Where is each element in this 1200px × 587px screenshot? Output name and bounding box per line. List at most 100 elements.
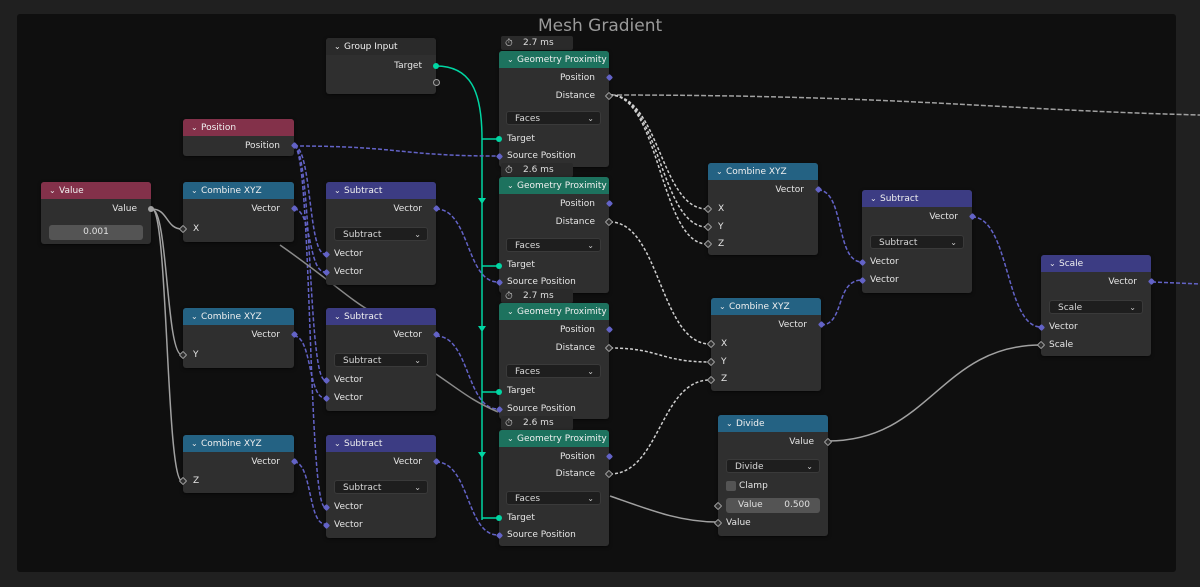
node-header[interactable]: ⌄ Position	[183, 119, 294, 136]
chevron-down-icon[interactable]: ⌄	[191, 119, 201, 136]
node-header[interactable]: ⌄ Group Input	[326, 38, 436, 55]
link-sub3-geo4	[435, 461, 499, 536]
chevron-down-icon[interactable]: ⌄	[716, 163, 726, 180]
link-position	[293, 145, 499, 157]
clamp-label: Clamp	[739, 481, 768, 491]
geometry-proximity-node[interactable]: ⌄ Geometry Proximity Position Distance Fa…	[495, 177, 614, 293]
node-title: Combine XYZ	[726, 167, 787, 177]
chevron-down-icon[interactable]: ⌄	[1049, 255, 1059, 272]
combine-xyz-node[interactable]: ⌄ Combine XYZ Vector X	[178, 182, 299, 242]
chevron-down-icon[interactable]: ⌄	[870, 190, 880, 207]
subtract-node[interactable]: ⌄ Subtract Vector Subtract ⌄ Vector Vector	[322, 435, 441, 538]
chevron-down-icon[interactable]: ⌄	[507, 303, 517, 320]
input-label: X	[718, 204, 725, 214]
geometry-input-socket[interactable]	[496, 263, 502, 269]
node-header[interactable]: ⌄ Divide	[718, 415, 828, 432]
chevron-down-icon[interactable]: ⌄	[507, 430, 517, 447]
target-element-dropdown[interactable]: Faces ⌄	[506, 364, 601, 378]
combine-xyz-node[interactable]: ⌄ Combine XYZ Vector X Y Z	[706, 298, 826, 391]
group-input-node[interactable]: ⌄ Group Input Target	[326, 38, 440, 94]
link-ca-sub4	[817, 189, 863, 263]
chevron-down-icon[interactable]: ⌄	[334, 435, 344, 452]
combine-xyz-node[interactable]: ⌄ Combine XYZ Vector Z	[178, 435, 299, 493]
node-header[interactable]: ⌄ Scale	[1041, 255, 1151, 272]
float-output-socket[interactable]	[148, 206, 154, 212]
node-header[interactable]: ⌄ Combine XYZ	[183, 435, 294, 452]
output-label: Distance	[555, 469, 595, 479]
geometry-proximity-node[interactable]: ⌄ Geometry Proximity Position Distance Fa…	[495, 430, 614, 546]
combine-xyz-node[interactable]: ⌄ Combine XYZ Vector Y	[178, 308, 299, 368]
node-header[interactable]: ⌄ Combine XYZ	[183, 182, 294, 199]
divide-node[interactable]: ⌄ Divide Value Divide ⌄ Clamp Value 0.500 …	[713, 415, 833, 536]
chevron-down-icon[interactable]: ⌄	[191, 435, 201, 452]
node-header[interactable]: ⌄ Combine XYZ	[183, 308, 294, 325]
geometry-proximity-node[interactable]: ⌄ Geometry Proximity Position Distance Fa…	[495, 303, 614, 419]
operation-dropdown[interactable]: Divide ⌄	[726, 459, 820, 473]
clamp-checkbox[interactable]	[726, 481, 736, 491]
target-element-dropdown[interactable]: Faces ⌄	[506, 111, 601, 125]
chevron-down-icon[interactable]: ⌄	[334, 182, 344, 199]
subtract-node[interactable]: ⌄ Subtract Vector Subtract ⌄ Vector Vector	[322, 308, 441, 411]
link-cb-sub4	[820, 279, 863, 326]
operation-dropdown[interactable]: Scale ⌄	[1049, 300, 1143, 314]
output-label: Vector	[393, 204, 422, 214]
value-field[interactable]: 0.001	[49, 225, 143, 240]
chevron-down-icon[interactable]: ⌄	[191, 308, 201, 325]
chevron-down-icon: ⌄	[806, 462, 813, 471]
operation-dropdown[interactable]: Subtract ⌄	[334, 227, 428, 241]
chevron-down-icon: ⌄	[414, 230, 421, 239]
input-label: Source Position	[507, 277, 576, 287]
link-geo1-dist	[609, 94, 1200, 116]
input-label: Z	[721, 374, 728, 384]
chevron-down-icon[interactable]: ⌄	[334, 308, 344, 325]
position-node[interactable]: ⌄ Position Position	[183, 119, 299, 156]
output-label: Distance	[555, 217, 595, 227]
node-header[interactable]: ⌄ Geometry Proximity	[499, 303, 609, 320]
input-label: Vector	[334, 520, 363, 530]
node-header[interactable]: ⌄ Subtract	[326, 435, 436, 452]
node-header[interactable]: ⌄ Subtract	[862, 190, 972, 207]
node-header[interactable]: ⌄ Subtract	[326, 182, 436, 199]
output-label: Vector	[251, 330, 280, 340]
node-header[interactable]: ⌄ Combine XYZ	[711, 298, 821, 315]
node-header[interactable]: ⌄ Value	[41, 182, 151, 199]
chevron-down-icon[interactable]: ⌄	[507, 51, 517, 68]
target-element-dropdown[interactable]: Faces ⌄	[506, 238, 601, 252]
value-field[interactable]: Value 0.500	[726, 498, 820, 513]
chevron-down-icon[interactable]: ⌄	[719, 298, 729, 315]
chevron-down-icon: ⌄	[414, 356, 421, 365]
chevron-down-icon: ⌄	[414, 483, 421, 492]
geometry-input-socket[interactable]	[496, 515, 502, 521]
node-header[interactable]: ⌄ Geometry Proximity	[499, 177, 609, 194]
combine-xyz-node[interactable]: ⌄ Combine XYZ Vector X Y Z	[703, 163, 823, 255]
target-element-dropdown[interactable]: Faces ⌄	[506, 491, 601, 505]
chevron-down-icon[interactable]: ⌄	[191, 182, 201, 199]
operation-dropdown[interactable]: Subtract ⌄	[870, 235, 964, 249]
chevron-down-icon: ⌄	[1129, 303, 1136, 312]
value-field-label: Value	[738, 500, 763, 510]
chevron-down-icon[interactable]: ⌄	[507, 177, 517, 194]
subtract-node[interactable]: ⌄ Subtract Vector Subtract ⌄ Vector Vector	[858, 190, 977, 293]
geometry-input-socket[interactable]	[496, 389, 502, 395]
input-label: Vector	[870, 257, 899, 267]
node-header[interactable]: ⌄ Subtract	[326, 308, 436, 325]
subtract-node[interactable]: ⌄ Subtract Vector Subtract ⌄ Vector Vector	[322, 182, 441, 285]
reroute-arrow	[478, 326, 486, 332]
operation-dropdown[interactable]: Subtract ⌄	[334, 353, 428, 367]
node-header[interactable]: ⌄ Combine XYZ	[708, 163, 818, 180]
empty-output-socket[interactable]	[433, 79, 440, 86]
operation-dropdown[interactable]: Subtract ⌄	[334, 480, 428, 494]
node-header[interactable]: ⌄ Geometry Proximity	[499, 430, 609, 447]
chevron-down-icon[interactable]: ⌄	[334, 38, 344, 55]
chevron-down-icon[interactable]: ⌄	[49, 182, 59, 199]
geometry-output-socket[interactable]	[433, 63, 439, 69]
output-label: Distance	[555, 343, 595, 353]
geometry-input-socket[interactable]	[496, 136, 502, 142]
value-node[interactable]: ⌄ Value Value 0.001	[41, 182, 154, 244]
geometry-proximity-node[interactable]: ⌄ Geometry Proximity Position Distance Fa…	[495, 51, 614, 167]
chevron-down-icon[interactable]: ⌄	[726, 415, 736, 432]
node-header[interactable]: ⌄ Geometry Proximity	[499, 51, 609, 68]
output-label: Vector	[778, 320, 807, 330]
scale-node[interactable]: ⌄ Scale Vector Scale ⌄ Vector Scale	[1036, 255, 1156, 356]
output-label: Vector	[929, 212, 958, 222]
